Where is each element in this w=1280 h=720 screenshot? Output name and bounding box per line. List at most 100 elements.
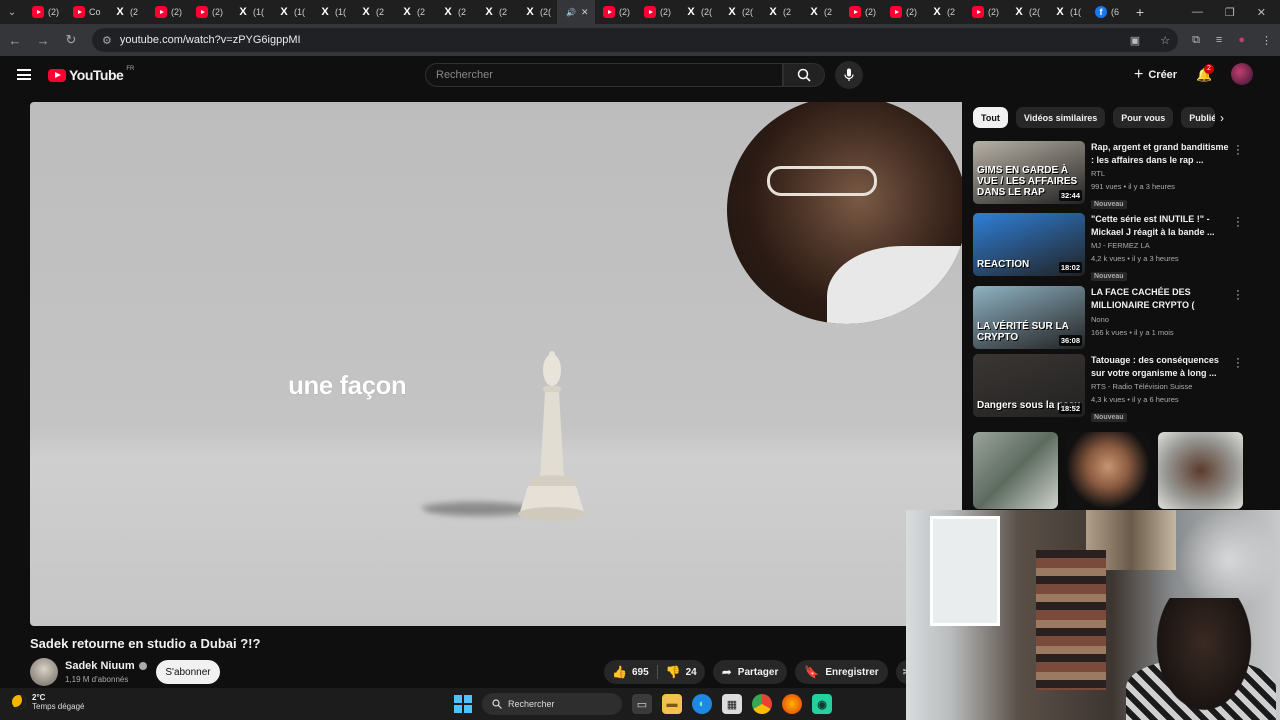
browser-tab[interactable]: X (2 [923,0,964,24]
search-placeholder: Rechercher [436,69,493,81]
channel-name-link[interactable]: Sadek Niuum [65,660,147,672]
video-player[interactable]: une façon [30,102,962,626]
chip-for-you[interactable]: Pour vous [1113,107,1174,128]
video-title[interactable]: Rap, argent et grand banditisme : les af… [1091,141,1231,167]
video-title[interactable]: "Cette série est INUTILE !" - Mickael J … [1091,213,1231,239]
file-explorer-icon[interactable]: ▬ [662,694,682,714]
discord-icon[interactable]: ◉ [812,694,832,714]
browser-tab[interactable]: X (2( [677,0,718,24]
browser-tab[interactable]: (2) [595,0,636,24]
save-button[interactable]: 🔖 Enregistrer [795,660,888,684]
browser-tab[interactable]: (2) [841,0,882,24]
voice-search-button[interactable] [835,61,863,89]
recommended-video[interactable]: LA VÉRITÉ SUR LA CRYPTO 36:08 LA FACE CACH… [973,286,1243,350]
tab-search-icon[interactable]: ⌄ [0,0,24,24]
chrome-icon[interactable] [752,694,772,714]
browser-tab[interactable]: X (2( [1005,0,1046,24]
chip-published[interactable]: Publié [1181,107,1216,128]
media-control-icon[interactable]: ≡ [1216,34,1222,47]
browser-tab[interactable]: X (2 [106,0,147,24]
bookmark-star-icon[interactable]: ☆ [1160,34,1170,47]
like-button[interactable]: 👍 695 [604,665,657,679]
new-tab-button[interactable]: + [1128,4,1152,20]
create-button[interactable]: + Créer [1126,64,1185,86]
short-thumbnail[interactable] [973,432,1058,509]
browser-menu-icon[interactable]: ⋮ [1261,34,1272,47]
chip-similar[interactable]: Vidéos similaires [1015,107,1106,128]
profile-icon[interactable]: ● [1238,34,1245,47]
browser-tab[interactable]: X (2 [475,0,516,24]
weather-widget[interactable]: 2°C Temps dégagé [12,693,84,711]
channel-name[interactable]: RTL [1091,167,1231,180]
video-title[interactable]: Tatouage : des conséquences sur votre or… [1091,354,1231,380]
browser-tab[interactable]: X (1( [311,0,352,24]
browser-tab[interactable]: X (2 [352,0,393,24]
search-button[interactable] [783,63,825,87]
browser-tab[interactable]: X (1( [1046,0,1087,24]
browser-tab[interactable]: (2) [188,0,229,24]
browser-tab[interactable]: (2) [24,0,65,24]
video-thumbnail[interactable]: GIMS EN GARDE À VUE / LES AFFAIRES DANS … [973,141,1085,204]
recommended-video[interactable]: GIMS EN GARDE À VUE / LES AFFAIRES DANS … [973,141,1243,209]
short-thumbnail[interactable] [1158,432,1243,509]
chip-all[interactable]: Tout [973,107,1008,128]
channel-name[interactable]: Nono [1091,313,1231,326]
reload-icon[interactable]: ↻ [64,32,78,48]
browser-tab[interactable]: (2) [636,0,677,24]
video-thumbnail[interactable]: REACTION 18:02 [973,213,1085,276]
video-thumbnail[interactable]: LA VÉRITÉ SUR LA CRYPTO 36:08 [973,286,1085,349]
extensions-icon[interactable]: ⧉ [1192,34,1200,47]
task-view-icon[interactable]: ▭ [632,694,652,714]
restore-icon[interactable]: ❐ [1225,6,1235,19]
browser-tab[interactable]: Co [65,0,106,24]
channel-name[interactable]: MJ - FERMEZ LA [1091,239,1231,252]
video-title[interactable]: LA FACE CACHÉE DES MILLIONAIRE CRYPTO ( … [1091,286,1231,313]
browser-tab[interactable]: X (2 [800,0,841,24]
forward-icon[interactable]: → [36,33,50,48]
url-field[interactable]: ⚙ youtube.com/watch?v=zPYG6igppMI ▣ ☆ [92,28,1179,52]
view-meta: 4,2 k vues • il y a 3 heures [1091,254,1179,263]
browser-tab[interactable]: X (2( [718,0,759,24]
youtube-logo[interactable]: YouTube FR [48,66,134,83]
more-options-icon[interactable]: · · · [1234,354,1242,373]
browser-tab[interactable]: (2) [147,0,188,24]
subscribe-button[interactable]: S'abonner [156,660,220,684]
browser-tab[interactable]: X (2 [759,0,800,24]
browser-tab[interactable]: X (2 [434,0,475,24]
browser-tab[interactable]: f (6 [1087,0,1128,24]
browser-tab[interactable]: X (2( [516,0,557,24]
recommended-video[interactable]: REACTION 18:02 "Cette série est INUTILE !"… [973,213,1243,281]
chevron-right-icon[interactable]: › [1220,111,1224,125]
browser-tab[interactable]: (2) [964,0,1005,24]
share-button[interactable]: ➦ Partager [712,660,788,684]
more-options-icon[interactable]: · · · [1234,286,1242,305]
more-options-icon[interactable]: · · · [1234,213,1242,232]
edge-browser-icon[interactable]: ◐ [692,694,712,714]
browser-tab[interactable]: X (1( [270,0,311,24]
dislike-button[interactable]: 👎 24 [658,665,705,679]
video-thumbnail[interactable]: Dangers sous la peau 18:52 [973,354,1085,417]
search-input[interactable]: Rechercher [425,63,783,87]
channel-avatar[interactable] [30,658,58,686]
recommended-video[interactable]: Dangers sous la peau 18:52 Tatouage : des … [973,354,1243,422]
tab-label: (2( [701,7,712,17]
browser-tab[interactable]: X (1( [229,0,270,24]
close-window-icon[interactable]: ✕ [1257,6,1266,19]
browser-tab[interactable]: X (2 [393,0,434,24]
more-options-icon[interactable]: · · · [1234,141,1242,160]
store-icon[interactable]: ▦ [722,694,742,714]
taskbar-search[interactable]: Rechercher [482,693,622,715]
windows-start-icon[interactable] [454,695,472,713]
back-icon[interactable]: ← [8,33,22,48]
menu-icon[interactable] [17,69,31,80]
browser-tab[interactable]: 🔊 ✕ [557,0,595,24]
channel-name[interactable]: RTS - Radio Télévision Suisse [1091,380,1231,393]
account-avatar[interactable] [1231,63,1253,85]
site-info-icon[interactable]: ⚙ [102,34,112,47]
tab-label: (1( [1070,7,1081,17]
browser-tab[interactable]: (2) [882,0,923,24]
minimize-icon[interactable]: — [1192,6,1203,19]
firefox-icon[interactable] [782,694,802,714]
cast-icon[interactable]: ▣ [1130,34,1140,47]
short-thumbnail[interactable] [1065,432,1151,509]
